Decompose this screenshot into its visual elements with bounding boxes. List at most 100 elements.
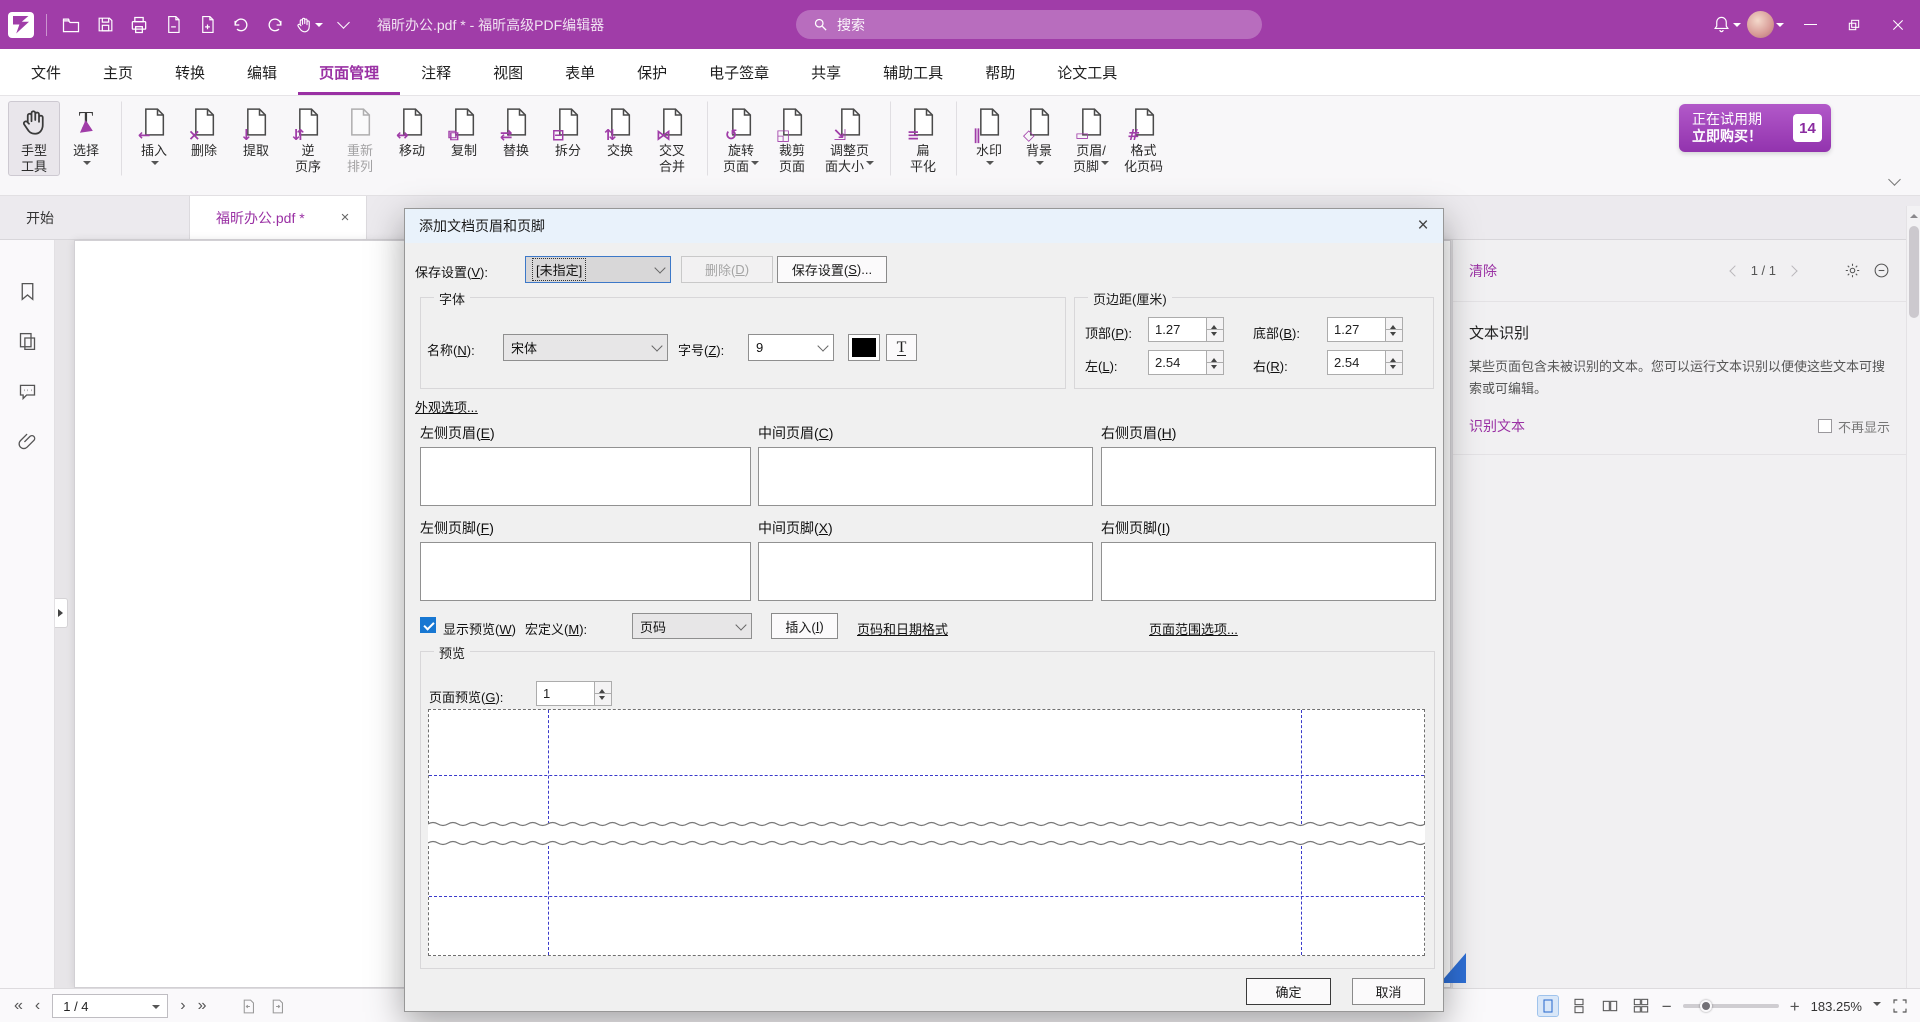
attachments-panel-button[interactable] (0, 416, 55, 466)
menu-item-protect[interactable]: 保护 (616, 49, 688, 95)
dismiss-option[interactable]: 不再显示 (1818, 417, 1890, 436)
undo-button[interactable] (225, 9, 257, 41)
menu-item-paper-tools[interactable]: 论文工具 (1036, 49, 1138, 95)
tab-document[interactable]: 福昕办公.pdf * × (190, 196, 367, 239)
single-page-view-button[interactable] (1538, 996, 1558, 1016)
pager-previous-icon[interactable] (1729, 265, 1740, 276)
margin-bottom-field[interactable]: 1.27 (1327, 317, 1403, 342)
footer-left-textarea[interactable] (420, 542, 751, 601)
next-page-button[interactable]: › (180, 997, 185, 1015)
page-date-format-link[interactable]: 页码和日期格式 (857, 619, 948, 638)
ribbon-tool-hand-tool[interactable]: T 手型 工具 (8, 101, 60, 176)
menu-item-convert[interactable]: 转换 (154, 49, 226, 95)
facing-continuous-view-button[interactable] (1631, 996, 1651, 1016)
close-window-button[interactable] (1876, 0, 1920, 49)
font-size-select[interactable]: 9 (748, 334, 834, 361)
previous-view-button[interactable] (240, 998, 257, 1015)
page-preview-field[interactable]: 1 (536, 681, 612, 706)
menu-item-home[interactable]: 主页 (82, 49, 154, 95)
collapse-ribbon-button[interactable] (1890, 175, 1902, 187)
collapse-panel-icon[interactable] (1873, 262, 1890, 279)
ok-button[interactable]: 确定 (1246, 978, 1331, 1005)
pages-panel-button[interactable] (0, 316, 55, 366)
zoom-dropdown-caret-icon[interactable] (1873, 1002, 1881, 1010)
add-page-button[interactable] (191, 9, 223, 41)
comments-panel-button[interactable] (0, 366, 55, 416)
ribbon-tool-insert-pages[interactable]: T ← 插入 (121, 101, 178, 176)
open-file-button[interactable] (55, 9, 87, 41)
font-color-picker[interactable] (848, 334, 880, 361)
header-left-textarea[interactable] (420, 447, 751, 506)
minimize-button[interactable] (1788, 0, 1832, 49)
menu-item-view[interactable]: 视图 (472, 49, 544, 95)
insert-macro-button[interactable]: 插入(I) (771, 613, 838, 639)
page-number-input[interactable]: 1 / 4 (52, 994, 168, 1018)
menu-item-comment[interactable]: 注释 (400, 49, 472, 95)
facing-view-button[interactable] (1600, 996, 1620, 1016)
header-right-textarea[interactable] (1101, 447, 1436, 506)
sidebar-expand-handle[interactable] (55, 598, 68, 628)
margin-right-stepper[interactable] (1386, 350, 1403, 375)
ribbon-tool-format-page-number[interactable]: T # 格式 化页码 (1117, 101, 1170, 176)
zoom-level[interactable]: 183.25% (1811, 999, 1862, 1014)
menu-item-edit[interactable]: 编辑 (226, 49, 298, 95)
hand-tool-quick-button[interactable] (293, 9, 325, 41)
last-page-button[interactable]: » (198, 997, 207, 1015)
bookmarks-panel-button[interactable] (0, 266, 55, 316)
ribbon-tool-header-footer[interactable]: T ▭ 页眉/ 页脚 (1065, 101, 1117, 176)
dialog-close-button[interactable]: × (1409, 212, 1437, 240)
save-settings-button[interactable]: 保存设置(S)... (777, 256, 887, 283)
ribbon-tool-swap-pages[interactable]: T ⇅ 交换 (594, 101, 646, 160)
delete-setting-button[interactable]: 删除(D) (681, 256, 773, 283)
footer-right-textarea[interactable] (1101, 542, 1436, 601)
ribbon-tool-resize-pages[interactable]: T ⇲ 调整页 面大小 (818, 101, 881, 176)
scroll-up-button[interactable] (1907, 206, 1920, 222)
menu-item-page-manage[interactable]: 页面管理 (298, 49, 400, 95)
margin-left-stepper[interactable] (1207, 350, 1224, 375)
cancel-button[interactable]: 取消 (1352, 978, 1425, 1005)
font-name-select[interactable]: 宋体 (503, 334, 668, 361)
close-tab-icon[interactable]: × (336, 208, 354, 226)
ribbon-tool-split[interactable]: T ⊟ 拆分 (542, 101, 594, 160)
save-button[interactable] (89, 9, 121, 41)
gear-icon[interactable] (1844, 262, 1861, 279)
first-page-button[interactable]: « (14, 997, 23, 1015)
zoom-slider[interactable] (1683, 1004, 1779, 1008)
ribbon-tool-replace-pages[interactable]: T ⇄ 替换 (490, 101, 542, 160)
menu-item-help[interactable]: 帮助 (964, 49, 1036, 95)
ribbon-tool-delete-pages[interactable]: T × 删除 (178, 101, 230, 160)
margin-top-stepper[interactable] (1207, 317, 1224, 342)
scrollbar-thumb[interactable] (1909, 226, 1919, 318)
zoom-out-button[interactable]: − (1662, 998, 1672, 1015)
ribbon-tool-interleave-merge[interactable]: T ⋈ 交叉 合并 (646, 101, 698, 176)
fullscreen-button[interactable] (1892, 998, 1908, 1014)
ribbon-tool-crop-pages[interactable]: T ◱ 裁剪 页面 (766, 101, 818, 176)
notifications-button[interactable] (1710, 9, 1742, 41)
zoom-in-button[interactable]: + (1790, 998, 1800, 1015)
macro-select[interactable]: 页码 (632, 613, 752, 639)
account-button[interactable] (1742, 9, 1788, 41)
saved-settings-select[interactable]: [未指定] (525, 256, 671, 283)
toolbar-options-button[interactable] (327, 9, 359, 41)
print-button[interactable] (123, 9, 155, 41)
tab-start[interactable]: 开始 (0, 196, 190, 239)
menu-item-esign[interactable]: 电子签章 (688, 49, 790, 95)
next-view-button[interactable] (269, 998, 286, 1015)
appearance-options-link[interactable]: 外观选项... (415, 397, 478, 416)
dont-show-again-checkbox[interactable] (1818, 419, 1832, 433)
margin-bottom-stepper[interactable] (1386, 317, 1403, 342)
ribbon-tool-watermark[interactable]: T ∥ 水印 (956, 101, 1013, 176)
header-center-textarea[interactable] (758, 447, 1093, 506)
margin-right-field[interactable]: 2.54 (1327, 350, 1403, 375)
ribbon-tool-background[interactable]: T ◇ 背景 (1013, 101, 1065, 176)
ribbon-tool-rearrange[interactable]: T 重新 排列 (334, 101, 386, 176)
recognize-text-link[interactable]: 识别文本 (1469, 416, 1525, 436)
ribbon-tool-move-pages[interactable]: T ↔ 移动 (386, 101, 438, 160)
extract-page-button[interactable] (157, 9, 189, 41)
page-range-options-link[interactable]: 页面范围选项... (1149, 619, 1238, 638)
ribbon-tool-rotate-pages[interactable]: T ↺ 旋转 页面 (707, 101, 766, 176)
continuous-view-button[interactable] (1569, 996, 1589, 1016)
underline-style-button[interactable]: T (886, 334, 917, 361)
pager-next-icon[interactable] (1786, 265, 1797, 276)
ribbon-tool-flatten[interactable]: T ≡ 扁 平化 (890, 101, 947, 176)
